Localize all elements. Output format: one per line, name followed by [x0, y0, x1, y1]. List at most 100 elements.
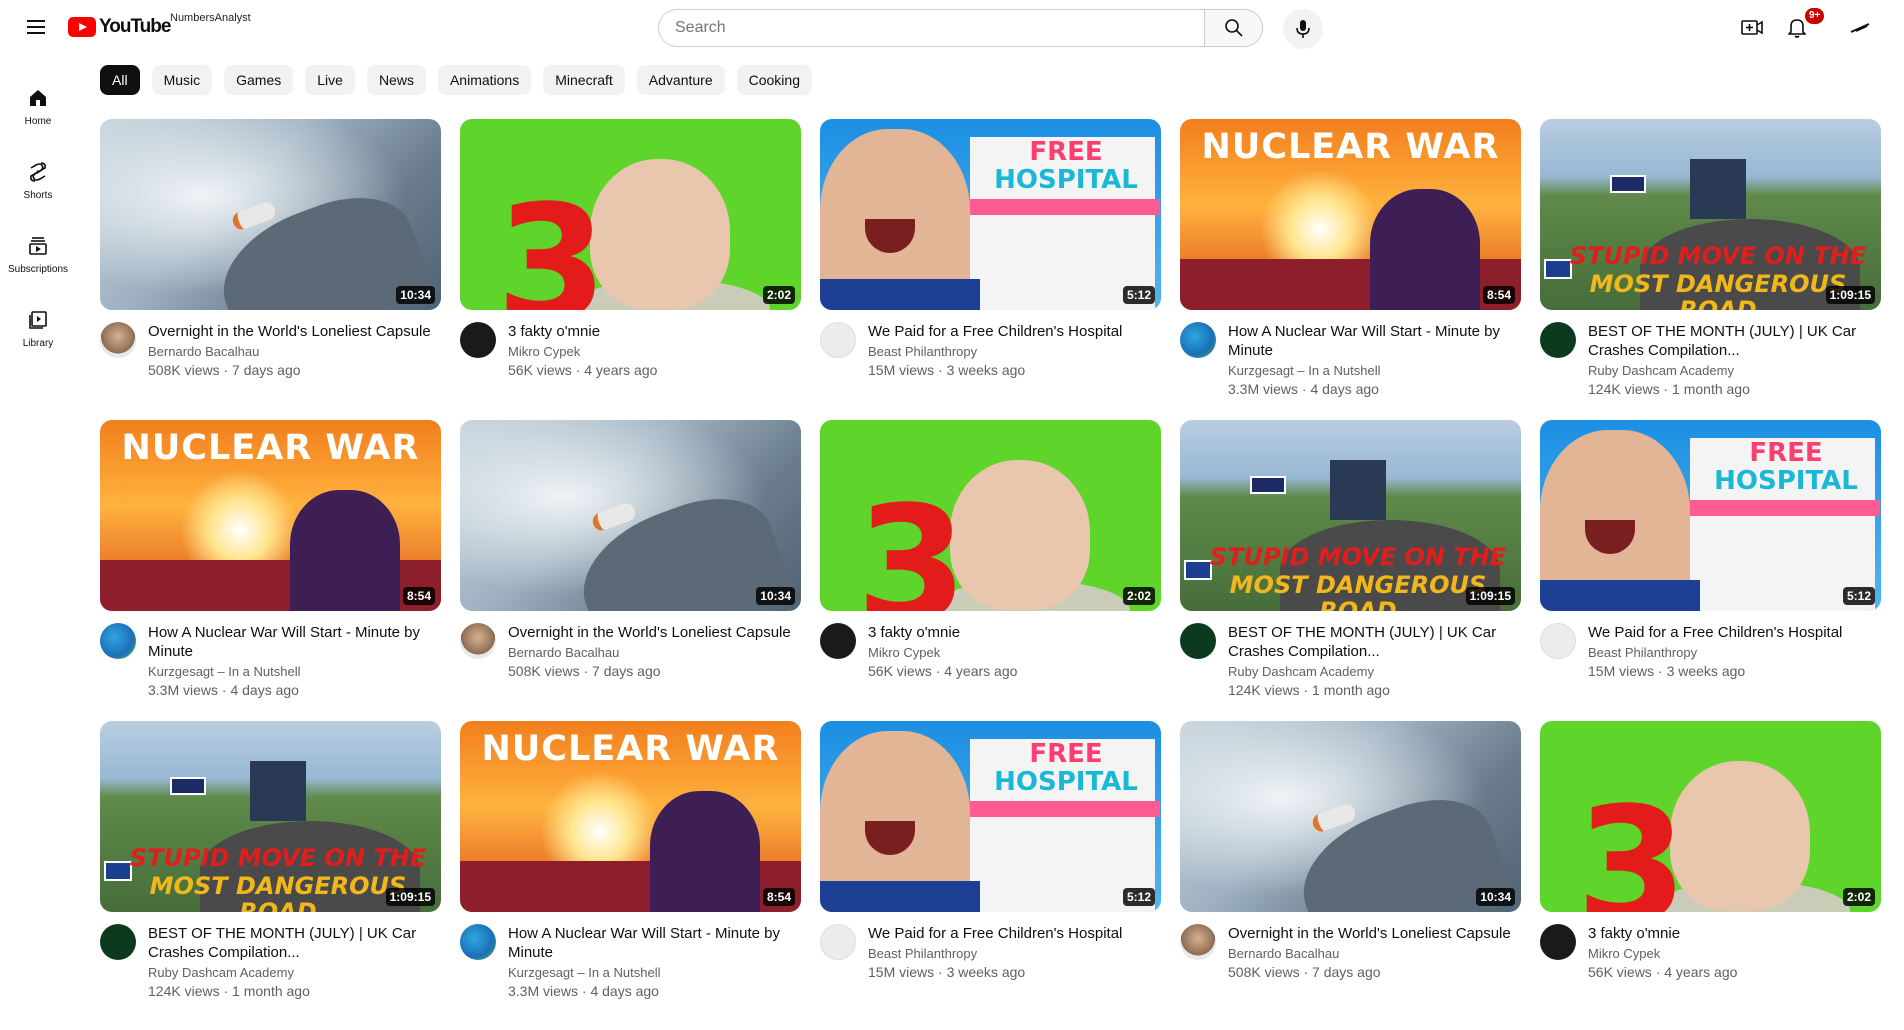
video-thumbnail[interactable]: FREE HOSPITAL 5:12 — [820, 721, 1161, 912]
video-thumbnail[interactable]: FREE HOSPITAL 5:12 — [820, 119, 1161, 310]
video-title[interactable]: BEST OF THE MONTH (JULY) | UK Car Crashe… — [148, 924, 441, 962]
video-meta: BEST OF THE MONTH (JULY) | UK Car Crashe… — [1180, 623, 1521, 700]
chip-music[interactable]: Music — [151, 65, 213, 95]
video-card[interactable]: 3 2:02 3 fakty o'mnie Mikro Cypek 56K views … — [1540, 721, 1881, 1022]
channel-avatar[interactable] — [1540, 924, 1576, 960]
channel-name[interactable]: Bernardo Bacalhau — [508, 643, 801, 662]
video-thumbnail[interactable]: 10:34 — [100, 119, 441, 310]
video-card[interactable]: 10:34 Overnight in the World's Loneliest … — [100, 119, 441, 420]
channel-name[interactable]: Bernardo Bacalhau — [1228, 944, 1521, 963]
video-card[interactable]: 10:34 Overnight in the World's Loneliest … — [460, 420, 801, 721]
channel-avatar[interactable] — [1540, 623, 1576, 659]
account-button[interactable] — [1846, 14, 1874, 42]
video-thumbnail[interactable]: 3 2:02 — [820, 420, 1161, 611]
video-title[interactable]: 3 fakty o'mnie — [1588, 924, 1881, 943]
channel-name[interactable]: Beast Philanthropy — [868, 342, 1161, 361]
channel-avatar[interactable] — [100, 623, 136, 659]
create-video-button[interactable] — [1738, 14, 1766, 42]
video-thumbnail[interactable]: NUCLEAR WAR 8:54 — [1180, 119, 1521, 310]
channel-avatar[interactable] — [460, 322, 496, 358]
chip-animations[interactable]: Animations — [437, 65, 532, 95]
channel-name[interactable]: Kurzgesagt – In a Nutshell — [148, 662, 441, 681]
channel-avatar[interactable] — [460, 924, 496, 960]
channel-name[interactable]: Kurzgesagt – In a Nutshell — [508, 963, 801, 982]
video-thumbnail[interactable]: 3 2:02 — [1540, 721, 1881, 912]
video-card[interactable]: 3 2:02 3 fakty o'mnie Mikro Cypek 56K views … — [460, 119, 801, 420]
menu-icon[interactable] — [24, 15, 48, 39]
channel-avatar[interactable] — [820, 924, 856, 960]
channel-avatar[interactable] — [100, 322, 136, 358]
channel-avatar[interactable] — [1180, 924, 1216, 960]
video-card[interactable]: NUCLEAR WAR 8:54 How A Nuclear War Will St… — [1180, 119, 1521, 420]
video-card[interactable]: FREE HOSPITAL 5:12 We Paid for a Free Child… — [820, 721, 1161, 1022]
video-card[interactable]: STUPID MOVE ON THE MOST DANGEROUS ROAD 1:0… — [1540, 119, 1881, 420]
video-card[interactable]: STUPID MOVE ON THE MOST DANGEROUS ROAD 1:0… — [100, 721, 441, 1022]
sidebar-item-home[interactable]: Home — [4, 56, 72, 130]
sidebar-item-library[interactable]: Library — [4, 278, 72, 352]
sidebar-item-shorts[interactable]: Shorts — [4, 130, 72, 204]
video-title[interactable]: How A Nuclear War Will Start - Minute by… — [148, 623, 441, 661]
channel-name[interactable]: Beast Philanthropy — [1588, 643, 1881, 662]
youtube-logo[interactable]: YouTube — [68, 16, 171, 38]
video-thumbnail[interactable]: FREE HOSPITAL 5:12 — [1540, 420, 1881, 611]
chip-cooking[interactable]: Cooking — [736, 65, 812, 95]
chip-games[interactable]: Games — [224, 65, 294, 95]
channel-name[interactable]: Bernardo Bacalhau — [148, 342, 441, 361]
video-thumbnail[interactable]: 10:34 — [460, 420, 801, 611]
chip-minecraft[interactable]: Minecraft — [543, 65, 625, 95]
video-title[interactable]: How A Nuclear War Will Start - Minute by… — [1228, 322, 1521, 360]
video-title[interactable]: We Paid for a Free Children's Hospital — [1588, 623, 1881, 642]
channel-name[interactable]: Mikro Cypek — [508, 342, 801, 361]
video-card[interactable]: FREE HOSPITAL 5:12 We Paid for a Free Child… — [820, 119, 1161, 420]
search-button[interactable] — [1204, 9, 1263, 47]
channel-name[interactable]: Mikro Cypek — [868, 643, 1161, 662]
channel-name[interactable]: Beast Philanthropy — [868, 944, 1161, 963]
chip-advanture[interactable]: Advanture — [636, 65, 725, 95]
voice-search-button[interactable] — [1283, 9, 1323, 49]
video-card[interactable]: 10:34 Overnight in the World's Loneliest … — [1180, 721, 1521, 1022]
chip-news[interactable]: News — [366, 65, 426, 95]
video-thumbnail[interactable]: STUPID MOVE ON THE MOST DANGEROUS ROAD 1:0… — [100, 721, 441, 912]
video-details: How A Nuclear War Will Start - Minute by… — [508, 924, 801, 1001]
video-title[interactable]: 3 fakty o'mnie — [508, 322, 801, 341]
video-duration: 1:09:15 — [1825, 286, 1875, 304]
channel-name[interactable]: Ruby Dashcam Academy — [148, 963, 441, 982]
video-card[interactable]: FREE HOSPITAL 5:12 We Paid for a Free Child… — [1540, 420, 1881, 721]
channel-avatar[interactable] — [820, 623, 856, 659]
channel-name[interactable]: Kurzgesagt – In a Nutshell — [1228, 361, 1521, 380]
channel-name[interactable]: Ruby Dashcam Academy — [1228, 662, 1521, 681]
channel-avatar[interactable] — [460, 623, 496, 659]
video-thumbnail[interactable]: 10:34 — [1180, 721, 1521, 912]
search-input[interactable] — [658, 9, 1204, 47]
video-thumbnail[interactable]: 3 2:02 — [460, 119, 801, 310]
video-card[interactable]: STUPID MOVE ON THE MOST DANGEROUS ROAD 1:0… — [1180, 420, 1521, 721]
channel-avatar[interactable] — [1180, 322, 1216, 358]
video-title[interactable]: Overnight in the World's Loneliest Capsu… — [1228, 924, 1521, 943]
video-title[interactable]: Overnight in the World's Loneliest Capsu… — [148, 322, 441, 341]
channel-avatar[interactable] — [1540, 322, 1576, 358]
video-thumbnail[interactable]: NUCLEAR WAR 8:54 — [100, 420, 441, 611]
chip-live[interactable]: Live — [305, 65, 355, 95]
channel-avatar[interactable] — [100, 924, 136, 960]
video-title[interactable]: How A Nuclear War Will Start - Minute by… — [508, 924, 801, 962]
video-card[interactable]: NUCLEAR WAR 8:54 How A Nuclear War Will St… — [460, 721, 801, 1022]
channel-name[interactable]: Mikro Cypek — [1588, 944, 1881, 963]
video-title[interactable]: Overnight in the World's Loneliest Capsu… — [508, 623, 801, 642]
video-card[interactable]: NUCLEAR WAR 8:54 How A Nuclear War Will St… — [100, 420, 441, 721]
video-title[interactable]: We Paid for a Free Children's Hospital — [868, 322, 1161, 341]
channel-avatar[interactable] — [1180, 623, 1216, 659]
video-title[interactable]: BEST OF THE MONTH (JULY) | UK Car Crashe… — [1228, 623, 1521, 661]
video-stats: 508K views · 7 days ago — [508, 663, 661, 679]
video-card[interactable]: 3 2:02 3 fakty o'mnie Mikro Cypek 56K views … — [820, 420, 1161, 721]
chip-all[interactable]: All — [100, 65, 140, 95]
video-title[interactable]: We Paid for a Free Children's Hospital — [868, 924, 1161, 943]
channel-avatar[interactable] — [820, 322, 856, 358]
video-stats: 508K views · 7 days ago — [148, 362, 301, 378]
video-title[interactable]: BEST OF THE MONTH (JULY) | UK Car Crashe… — [1588, 322, 1881, 360]
video-title[interactable]: 3 fakty o'mnie — [868, 623, 1161, 642]
video-thumbnail[interactable]: NUCLEAR WAR 8:54 — [460, 721, 801, 912]
video-thumbnail[interactable]: STUPID MOVE ON THE MOST DANGEROUS ROAD 1:0… — [1540, 119, 1881, 310]
sidebar-item-subscriptions[interactable]: Subscriptions — [4, 204, 72, 278]
video-thumbnail[interactable]: STUPID MOVE ON THE MOST DANGEROUS ROAD 1:0… — [1180, 420, 1521, 611]
channel-name[interactable]: Ruby Dashcam Academy — [1588, 361, 1881, 380]
